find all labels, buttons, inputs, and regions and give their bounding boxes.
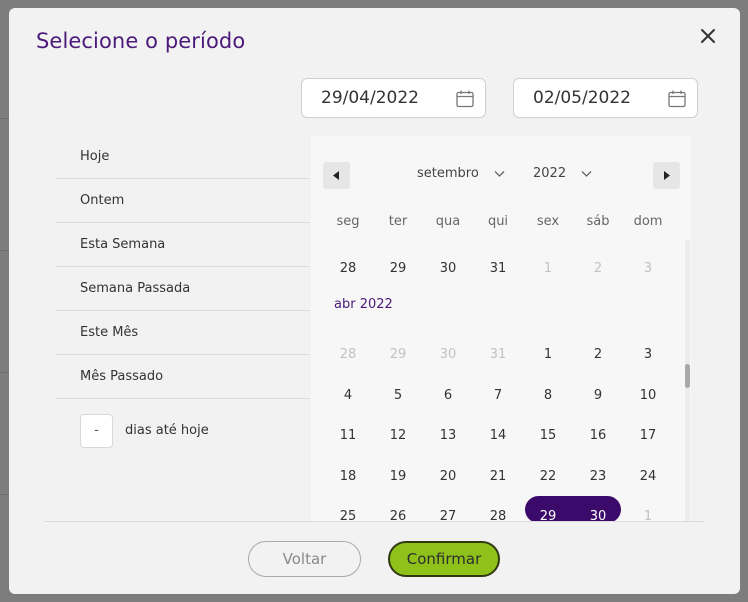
end-date-value: 02/05/2022 [533,88,631,108]
preset-label: Semana Passada [80,281,191,296]
calendar-day[interactable]: 1 [523,342,573,368]
calendar-day[interactable]: 31 [473,342,523,368]
calendar-day[interactable]: 15 [523,423,573,449]
calendar-day[interactable]: 19 [373,464,423,490]
preset-last-month[interactable]: Mês Passado [56,355,310,399]
calendar-day[interactable]: 1 [623,504,673,522]
preset-last-week[interactable]: Semana Passada [56,267,310,311]
close-button[interactable] [697,25,719,47]
calendar-day[interactable]: 28 [473,504,523,522]
calendar-day[interactable]: 12 [373,423,423,449]
start-date-value: 29/04/2022 [321,88,419,108]
days-label: dias até hoje [125,423,209,438]
calendar-day[interactable]: 21 [473,464,523,490]
weekday-label: seg [336,214,360,229]
end-date-field[interactable]: 02/05/2022 [513,78,698,118]
caret-left-icon [333,171,339,180]
calendar-day[interactable]: 14 [473,423,523,449]
calendar-day[interactable]: 10 [623,383,673,409]
calendar-icon[interactable] [455,89,475,109]
calendar-day[interactable]: 30 [423,256,473,282]
calendar-day[interactable]: 23 [573,464,623,490]
calendar-day[interactable]: 4 [323,383,373,409]
chevron-down-icon [581,170,592,177]
footer-divider [44,521,704,522]
period-dialog: Selecione o período 29/04/2022 02/05/202… [9,8,740,594]
calendar-day[interactable]: 20 [423,464,473,490]
calendar-day[interactable]: 8 [523,383,573,409]
calendar-day[interactable]: 5 [373,383,423,409]
calendar-day[interactable]: 30 [423,342,473,368]
next-month-button[interactable] [653,162,680,189]
month-select-value: setembro [417,166,479,181]
calendar-icon[interactable] [667,89,687,109]
calendar-day[interactable]: 31 [473,256,523,282]
calendar-day[interactable]: 28 [323,256,373,282]
calendar-day[interactable]: 16 [573,423,623,449]
calendar-day[interactable]: 6 [423,383,473,409]
calendar-day[interactable]: 3 [623,342,673,368]
calendar-day[interactable]: 29 [373,342,423,368]
preset-label: Ontem [80,193,125,208]
weekday-label: sáb [586,214,610,229]
calendar-day[interactable]: 27 [423,504,473,522]
calendar-day[interactable]: 3 [623,256,673,282]
calendar-panel: setembro 2022 seg ter qua qui sex sáb dom 28 29… [311,136,691,522]
calendar-day[interactable]: 29 [373,256,423,282]
preset-this-week[interactable]: Esta Semana [56,223,310,267]
weekday-label: sex [536,214,560,229]
calendar-day[interactable]: 1 [523,256,573,282]
calendar-day[interactable]: 9 [573,383,623,409]
calendar-day[interactable]: 2 [573,256,623,282]
days-input[interactable]: - [80,414,113,448]
close-icon [701,29,715,43]
calendar-day[interactable]: 2 [573,342,623,368]
weekday-label: qua [435,214,461,229]
calendar-day[interactable]: 17 [623,423,673,449]
preset-yesterday[interactable]: Ontem [56,179,310,223]
calendar-day[interactable]: 13 [423,423,473,449]
preset-label: Hoje [80,149,110,164]
weekday-label: qui [487,214,509,229]
chevron-down-icon [494,170,505,177]
preset-label: Mês Passado [80,369,164,384]
calendar-day-selected[interactable]: 30 [573,504,623,522]
month-label: abr 2022 [334,297,393,312]
weekday-label: dom [633,214,663,229]
preset-list: Hoje Ontem Esta Semana Semana Passada Es… [56,135,310,399]
calendar-day[interactable]: 25 [323,504,373,522]
calendar-day[interactable]: 28 [323,342,373,368]
back-button[interactable]: Voltar [248,541,361,577]
preset-this-month[interactable]: Este Mês [56,311,310,355]
confirm-button[interactable]: Confirmar [388,541,500,577]
preset-today[interactable]: Hoje [56,135,310,179]
calendar-day[interactable]: 7 [473,383,523,409]
weekday-label: ter [388,214,408,229]
calendar-day[interactable]: 22 [523,464,573,490]
year-select[interactable]: 2022 [533,166,592,181]
dialog-title: Selecione o período [36,29,246,53]
start-date-field[interactable]: 29/04/2022 [301,78,486,118]
preset-label: Este Mês [80,325,139,340]
caret-right-icon [664,171,670,180]
month-select[interactable]: setembro [417,166,505,181]
year-select-value: 2022 [533,166,567,181]
scrollbar-thumb[interactable] [685,364,690,388]
calendar-day[interactable]: 11 [323,423,373,449]
calendar-day[interactable]: 26 [373,504,423,522]
prev-month-button[interactable] [323,162,350,189]
preset-label: Esta Semana [80,237,166,252]
calendar-day[interactable]: 18 [323,464,373,490]
calendar-day[interactable]: 24 [623,464,673,490]
calendar-day-selected[interactable]: 29 [523,504,573,522]
